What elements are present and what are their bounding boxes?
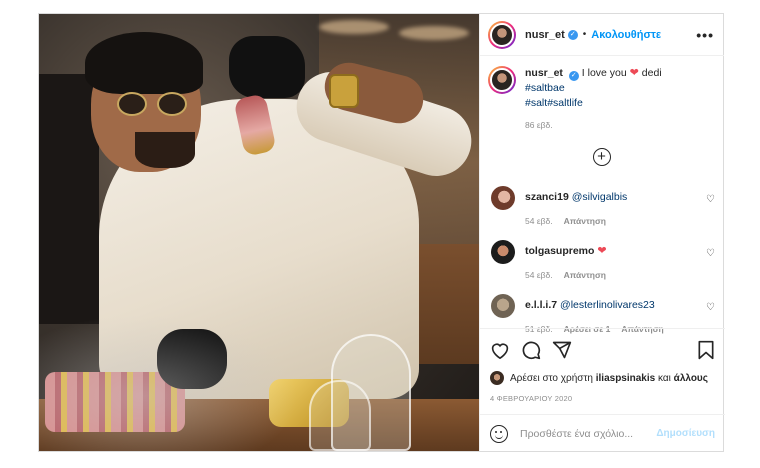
like-comment-icon[interactable]: ♡: [706, 302, 715, 313]
water-glass: [309, 380, 371, 451]
post-header: nusr_et ✓ • Ακολουθήστε •••: [480, 14, 724, 56]
comment-icon[interactable]: [521, 340, 541, 360]
gold-watch: [329, 74, 359, 108]
verified-icon: ✓: [568, 71, 579, 81]
reply-button[interactable]: Απάντηση: [564, 270, 606, 280]
caption-time[interactable]: 86 εβδ.: [525, 120, 715, 130]
caption-body-after: dedi: [641, 67, 662, 79]
comment-item: szanci19 @silvigalbis 54 εβδ. Απάντηση ♡: [488, 186, 715, 228]
commenter-avatar[interactable]: [491, 240, 515, 264]
heart-emoji-icon: ❤: [597, 245, 607, 257]
action-icons: [490, 339, 715, 361]
post-sidebar: nusr_et ✓ • Ακολουθήστε ••• nusr_et ✓ I …: [479, 14, 725, 451]
verified-icon: ✓: [567, 29, 578, 40]
mention-link[interactable]: @silvigalbis: [572, 191, 628, 203]
likes-prefix: Αρέσει στο χρήστη: [510, 372, 593, 384]
save-icon[interactable]: [697, 340, 715, 360]
black-glove: [229, 36, 305, 98]
like-comment-icon[interactable]: ♡: [706, 248, 715, 259]
like-comment-icon[interactable]: ♡: [706, 194, 715, 205]
hashtag-link[interactable]: #saltlife: [547, 97, 583, 109]
more-icon[interactable]: •••: [696, 27, 714, 43]
comment-input[interactable]: [520, 427, 657, 440]
ceiling-lamp: [399, 26, 469, 40]
sunglasses: [117, 92, 207, 118]
likes-joiner: και: [658, 372, 671, 384]
author-username[interactable]: nusr_et: [525, 29, 565, 41]
caption-avatar[interactable]: [488, 66, 516, 94]
caption-username[interactable]: nusr_et: [525, 67, 563, 79]
liker-username[interactable]: iliaspsinakis: [596, 373, 655, 384]
liker-avatar[interactable]: [490, 371, 504, 385]
post-photo[interactable]: [39, 14, 479, 451]
commenter-avatar[interactable]: [491, 186, 515, 210]
add-comments-icon[interactable]: +: [592, 148, 611, 166]
ceiling-lamp: [319, 20, 389, 34]
caption-text: nusr_et ✓ I love you ❤ dedi #saltbae #sa…: [525, 66, 700, 111]
commenter-avatar[interactable]: [491, 294, 515, 318]
heart-emoji-icon: ❤: [629, 67, 639, 79]
post-date[interactable]: 4 ΦΕΒΡΟΥΑΡΙΟΥ 2020: [490, 394, 715, 403]
background-person: [39, 74, 99, 324]
instagram-post: nusr_et ✓ • Ακολουθήστε ••• nusr_et ✓ I …: [38, 13, 725, 452]
hair: [85, 32, 203, 94]
commenter-username[interactable]: tolgasupremo: [525, 245, 594, 257]
smoke: [39, 314, 299, 451]
post-caption: nusr_et ✓ I love you ❤ dedi #saltbae #sa…: [488, 66, 715, 111]
post-comment-button[interactable]: Δημοσίευση: [656, 428, 715, 439]
reply-button[interactable]: Απάντηση: [564, 216, 606, 226]
likes-others-link[interactable]: άλλους: [674, 373, 708, 384]
hashtag-link[interactable]: #saltbae: [525, 82, 565, 94]
caption-body: I love you: [581, 67, 627, 79]
comment-time[interactable]: 54 εβδ.: [525, 270, 553, 280]
commenter-username[interactable]: szanci19: [525, 191, 569, 203]
follow-button[interactable]: Ακολουθήστε: [591, 29, 661, 41]
like-icon[interactable]: [490, 341, 510, 359]
likes-summary: Αρέσει στο χρήστη iliaspsinakis και άλλο…: [490, 371, 715, 385]
comments-section: nusr_et ✓ I love you ❤ dedi #saltbae #sa…: [480, 56, 725, 334]
emoji-icon[interactable]: [490, 424, 508, 443]
comment-item: tolgasupremo ❤ 54 εβδ. Απάντηση ♡: [488, 240, 715, 282]
beard: [135, 132, 195, 168]
commenter-username[interactable]: e.l.l.i.7: [525, 299, 557, 311]
share-icon[interactable]: [552, 340, 572, 360]
author-avatar[interactable]: [488, 20, 516, 49]
add-comment-bar: Δημοσίευση: [480, 414, 725, 452]
hashtag-link[interactable]: #salt: [525, 97, 547, 109]
mention-link[interactable]: @lesterlinolivares23: [560, 299, 655, 311]
comment-time[interactable]: 54 εβδ.: [525, 216, 553, 226]
separator-dot: •: [582, 29, 587, 40]
comment-list: szanci19 @silvigalbis 54 εβδ. Απάντηση ♡ …: [488, 186, 715, 336]
add-comment-area: Δημοσίευση: [480, 414, 725, 451]
